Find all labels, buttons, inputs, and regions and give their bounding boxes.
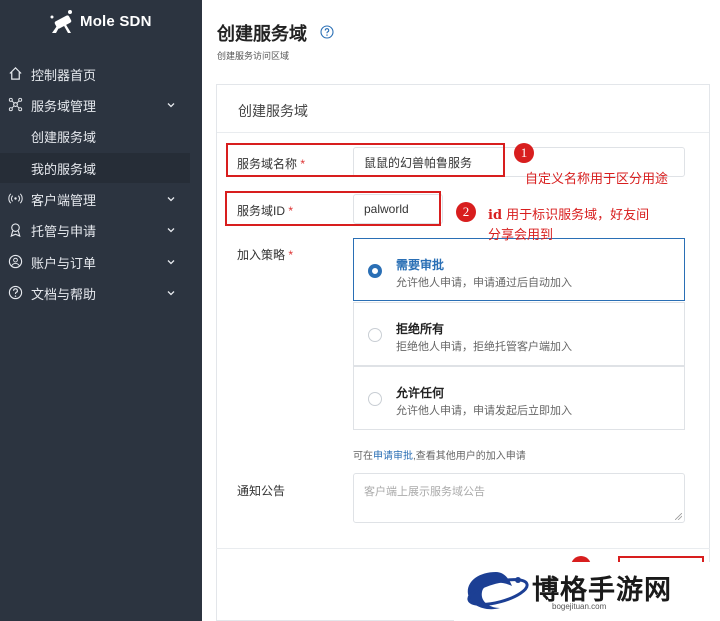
hint-text: 可在 (353, 451, 373, 462)
card-header: 创建服务域 (217, 85, 709, 133)
label-text: 加入策略 (237, 248, 286, 262)
annotation-text-1: 自定义名称用于区分用途 (525, 172, 669, 187)
annotation-number-2: 2 (456, 202, 476, 222)
sidebar-item-label: 账户与订单 (31, 255, 97, 271)
sidebar-item-my-domains[interactable]: 我的服务域 (0, 153, 190, 183)
required-mark: * (288, 248, 294, 262)
sidebar-item-label: 客户端管理 (31, 192, 97, 208)
application-review-link[interactable]: 申请审批 (373, 451, 413, 462)
network-icon (8, 97, 23, 112)
sidebar: Mole SDN 控制器首页 服务域管理 创建服务域 我的服务域 客户端管理 托… (0, 0, 202, 621)
policy-title: 需要审批 (396, 258, 445, 272)
annotation-text-2b: 分享会用到 (488, 228, 554, 243)
sidebar-item-client-management[interactable]: 客户端管理 (0, 184, 190, 214)
policy-description: 拒绝他人申请，拒绝托管客户端加入 (396, 341, 572, 353)
notice-textarea[interactable]: 客户端上展示服务域公告 (353, 473, 685, 523)
home-icon (9, 67, 22, 80)
sidebar-item-dashboard[interactable]: 控制器首页 (0, 59, 190, 89)
chevron-down-icon (167, 291, 175, 296)
logo[interactable]: Mole SDN (48, 8, 152, 34)
annotation-text-line: 用于标识服务域，好友间 (502, 208, 650, 223)
card-footer-divider (216, 548, 710, 549)
sidebar-item-label: 托管与申请 (31, 223, 97, 239)
card-title: 创建服务域 (238, 103, 308, 119)
radio-button[interactable] (368, 264, 382, 278)
sidebar-item-docs[interactable]: 文档与帮助 (0, 278, 190, 308)
policy-title: 允许任何 (396, 386, 445, 400)
notice-label: 通知公告 (237, 484, 286, 498)
sidebar-item-hosting[interactable]: 托管与申请 (0, 215, 190, 245)
annotation-box-id (225, 191, 441, 226)
radio-button[interactable] (368, 328, 382, 342)
policy-hint: 可在申请审批,查看其他用户的加入申请 (353, 447, 526, 462)
annotation-text-bold: id (488, 208, 503, 223)
logo-text: Mole SDN (80, 12, 152, 30)
hint-text: ,查看其他用户的加入申请 (413, 451, 526, 462)
policy-description: 允许他人申请，申请发起后立即加入 (396, 405, 572, 417)
annotation-text-2: id 用于标识服务域，好友间 (488, 204, 649, 223)
watermark-logo (467, 572, 529, 610)
sidebar-item-domain-management[interactable]: 服务域管理 (0, 90, 190, 120)
sidebar-item-create-domain[interactable]: 创建服务域 (0, 121, 190, 151)
help-icon[interactable] (320, 25, 334, 39)
annotation-number-1: 1 (514, 143, 534, 163)
sidebar-item-label: 我的服务域 (31, 161, 97, 177)
help-icon (8, 285, 23, 300)
page-title: 创建服务域 (217, 24, 307, 44)
chevron-down-icon (167, 197, 175, 202)
user-icon (8, 254, 23, 269)
sidebar-item-label: 创建服务域 (31, 129, 97, 145)
chevron-down-icon (167, 228, 175, 233)
page-subtitle: 创建服务访问区域 (217, 51, 290, 61)
sidebar-item-account[interactable]: 账户与订单 (0, 247, 190, 277)
policy-description: 允许他人申请，申请通过后自动加入 (396, 277, 572, 289)
join-policy-label: 加入策略 * (237, 246, 293, 263)
sidebar-item-label: 文档与帮助 (31, 286, 97, 302)
chevron-down-icon (167, 103, 175, 108)
radio-button[interactable] (368, 392, 382, 406)
award-icon (10, 223, 21, 237)
policy-option-approval[interactable]: 需要审批 允许他人申请，申请通过后自动加入 (353, 238, 685, 301)
sidebar-item-label: 控制器首页 (31, 67, 97, 83)
watermark: 博格手游网 bogejituan.com (454, 562, 720, 621)
annotation-box-name (226, 143, 505, 177)
policy-option-reject-all[interactable]: 拒绝所有 拒绝他人申请，拒绝托管客户端加入 (353, 302, 685, 366)
sidebar-item-label: 服务域管理 (31, 98, 97, 114)
policy-option-allow-any[interactable]: 允许任何 允许他人申请，申请发起后立即加入 (353, 366, 685, 430)
policy-title: 拒绝所有 (396, 322, 445, 336)
signal-icon (8, 193, 23, 204)
resize-handle-icon[interactable] (675, 513, 682, 520)
chevron-down-icon (167, 260, 175, 265)
watermark-subtext: bogejituan.com (552, 602, 607, 611)
telescope-icon (50, 10, 72, 33)
notice-placeholder: 客户端上展示服务域公告 (364, 486, 485, 498)
